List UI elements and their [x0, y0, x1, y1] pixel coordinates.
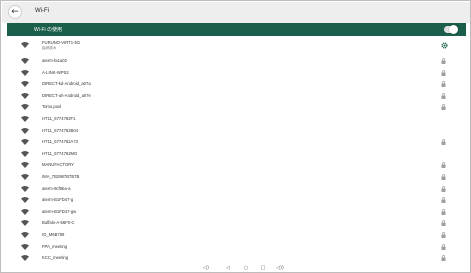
network-name: KCC_meeting [42, 255, 69, 261]
lock-icon [441, 197, 446, 204]
wifi-icon [21, 231, 29, 238]
system-nav-bar: ◁) ◁ ○ □ ◁)) [2, 263, 470, 272]
network-row[interactable]: MANUFACTORY [7, 159, 466, 171]
network-row[interactable]: DIRECT-kd-Android_a07a [7, 78, 466, 90]
network-name: MANUFACTORY [42, 162, 74, 168]
network-name: A-LINK-WPS2 [42, 69, 69, 75]
network-name: HT11_6774762B04 [42, 127, 79, 133]
network-name: Buffalo-A-56F0-C [42, 220, 75, 226]
wifi-icon [21, 197, 29, 204]
lock-icon [441, 185, 446, 192]
lock-icon [441, 104, 446, 111]
network-name: DIRECT-kd-Android_a07a [42, 81, 91, 87]
network-name: HT11_6774762A73 [42, 139, 79, 145]
network-row[interactable]: DIRECT-uh-Android_a07e [7, 90, 466, 102]
wifi-icon [21, 42, 29, 48]
wifi-icon [21, 162, 29, 169]
network-name: FURUNO-VIRT1-5G [42, 40, 81, 45]
wifi-icon [21, 185, 29, 192]
network-row[interactable]: aterm-B1FD47-gw [7, 206, 466, 218]
wifi-icon [21, 150, 29, 157]
wifi-switch[interactable] [444, 25, 458, 34]
network-row[interactable]: KCC_meeting [7, 252, 466, 264]
page-title: Wi-Fi [35, 8, 49, 14]
lock-icon [441, 243, 446, 250]
wifi-icon [21, 104, 29, 111]
network-name: aterm-9cf9ba-a [42, 185, 71, 191]
lock-icon [441, 208, 446, 215]
network-name: HT11_6774762F1 [42, 115, 76, 121]
network-row[interactable]: HT11_6774762MG [7, 148, 466, 160]
lock-icon [441, 69, 446, 76]
network-row[interactable]: A-LINK-WPS2 [7, 67, 466, 79]
network-name: FPA_meeting [42, 243, 68, 249]
wifi-icon [21, 220, 29, 227]
gear-icon[interactable] [441, 42, 448, 49]
wifi-icon [21, 208, 29, 215]
switch-knob [449, 25, 458, 34]
wifi-icon [21, 115, 29, 122]
volume-down-button[interactable]: ◁) [201, 264, 211, 272]
wifi-icon [21, 139, 29, 146]
network-row[interactable]: aterm-fa1a02 [7, 55, 466, 67]
lock-icon [441, 81, 446, 88]
network-row[interactable]: Tomo.pool [7, 101, 466, 113]
network-row[interactable]: HT11_6774762A73 [7, 136, 466, 148]
wifi-toggle-label: Wi-Fi の使用 [34, 27, 63, 33]
wifi-icon [21, 127, 29, 134]
network-row[interactable]: Buffalo-A-56F0-C [7, 217, 466, 229]
lock-icon [441, 58, 446, 64]
network-row[interactable]: FPA_meeting [7, 241, 466, 253]
lock-icon [441, 162, 446, 169]
wifi-icon [21, 81, 29, 88]
lock-icon [441, 220, 446, 227]
wifi-toggle-row[interactable]: Wi-Fi の使用 [7, 23, 466, 36]
network-row[interactable]: aterm-9cf9ba-a [7, 183, 466, 195]
wifi-icon [21, 58, 29, 64]
network-row[interactable]: FURUNO-VIRT1-5G 接続済み [7, 37, 466, 55]
network-name: aterm-B1FD47-gw [42, 208, 77, 214]
lock-icon [441, 232, 446, 238]
volume-up-button[interactable]: ◁)) [275, 264, 285, 272]
lock-icon [441, 255, 446, 262]
network-row[interactable]: aterm-B1FD47-g [7, 194, 466, 206]
network-row[interactable]: HT11_6774762F1 [7, 113, 466, 125]
wifi-icon [21, 69, 29, 76]
network-name: DIRECT-uh-Android_a07e [42, 92, 91, 98]
wifi-icon [21, 243, 29, 250]
network-row[interactable]: HT11_6774762B04 [7, 125, 466, 137]
network-name: HT11_6774762MG [42, 150, 78, 156]
back-arrow-icon[interactable]: ← [8, 5, 22, 19]
network-list: FURUNO-VIRT1-5G 接続済み aterm-fa1a02 A-LINK-WP… [7, 37, 466, 264]
lock-icon [441, 139, 446, 146]
back-button[interactable]: ◁ [223, 264, 233, 272]
network-name: IMA_7B2987B7B7B [42, 173, 80, 179]
home-button[interactable]: ○ [241, 264, 251, 272]
recents-button[interactable]: □ [258, 264, 268, 272]
network-name: aterm-fa1a02 [42, 58, 67, 63]
lock-icon [441, 92, 446, 99]
lock-icon [441, 174, 446, 180]
wifi-icon [21, 255, 29, 262]
wifi-icon [21, 92, 29, 99]
network-status: 接続済み [42, 46, 57, 50]
network-row[interactable]: IMA_7B2987B7B7B [7, 171, 466, 183]
network-row[interactable]: IO_M6B759 [7, 229, 466, 241]
network-name: Tomo.pool [42, 104, 62, 110]
app-bar: ← Wi-Fi [2, 2, 470, 23]
settings-window: ← Wi-Fi Wi-Fi の使用 FURUNO-VIRT1-5G 接続済み ate… [0, 0, 471, 273]
network-name: IO_M6B759 [42, 231, 65, 237]
wifi-icon [21, 173, 29, 180]
network-name: aterm-B1FD47-g [42, 197, 74, 203]
